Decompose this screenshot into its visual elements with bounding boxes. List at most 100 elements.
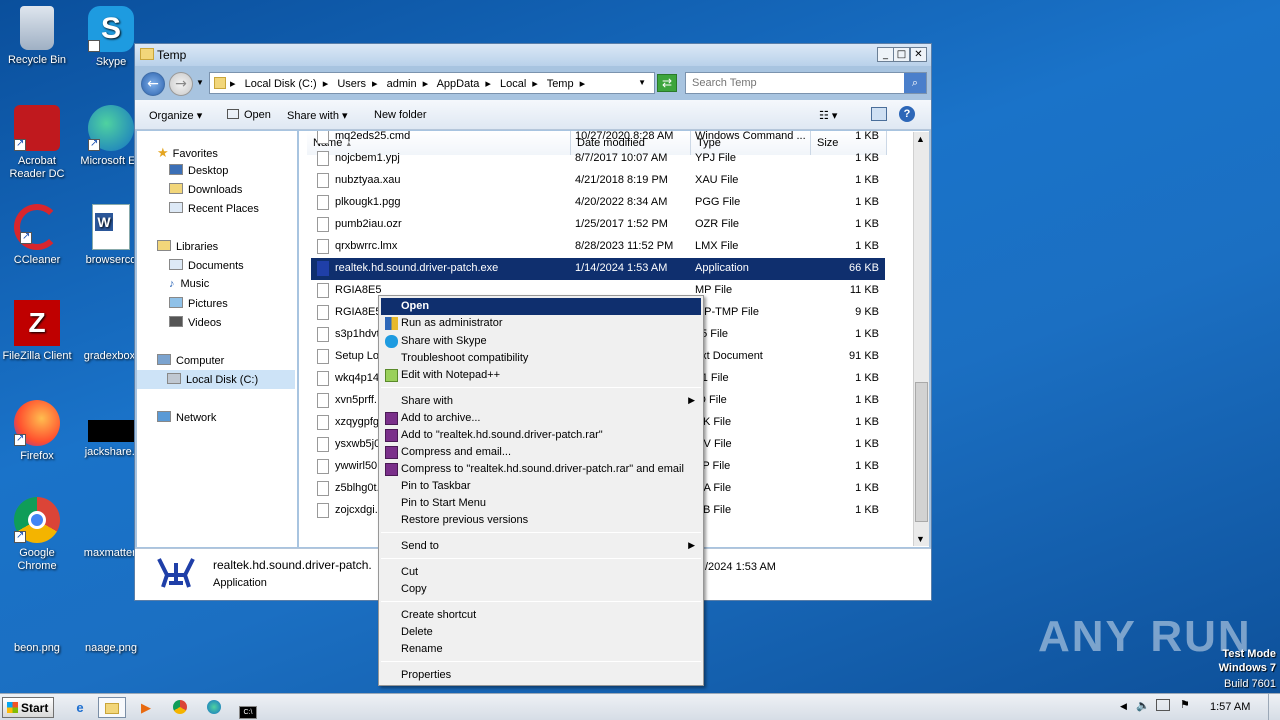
volume-icon[interactable]: 🔈 <box>1136 699 1150 712</box>
title-bar[interactable]: Temp _ □ ✕ <box>135 44 931 66</box>
nav-recent-places[interactable]: Recent Places <box>169 202 259 215</box>
crumb-appdata[interactable]: AppData <box>437 78 480 90</box>
vertical-scrollbar[interactable]: ▲ ▼ <box>913 132 929 546</box>
menu-share-skype[interactable]: Share with Skype <box>381 333 701 350</box>
scroll-thumb[interactable] <box>915 382 928 522</box>
nav-music[interactable]: ♪ Music <box>169 278 209 290</box>
desktop-icon-filezilla[interactable]: Z FileZilla Client <box>0 300 74 363</box>
file-type: LMX File <box>695 240 739 252</box>
nav-libraries[interactable]: Libraries <box>157 240 218 253</box>
nav-videos[interactable]: Videos <box>169 316 221 329</box>
menu-open[interactable]: Open <box>381 298 701 315</box>
menu-compress-rar-email[interactable]: Compress to "realtek.hd.sound.driver-pat… <box>381 461 701 478</box>
crumb-local[interactable]: Local <box>500 78 526 90</box>
menu-properties[interactable]: Properties <box>381 667 701 684</box>
menu-add-archive[interactable]: Add to archive... <box>381 410 701 427</box>
menu-pin-taskbar[interactable]: Pin to Taskbar <box>381 478 701 495</box>
menu-edit-notepadpp[interactable]: Edit with Notepad++ <box>381 367 701 384</box>
address-dropdown-arrow[interactable]: ▼ <box>638 78 646 87</box>
menu-delete[interactable]: Delete <box>381 624 701 641</box>
explorer-taskbar-icon[interactable] <box>98 697 126 718</box>
file-row[interactable]: pumb2iau.ozr 1/25/2017 1:52 PM OZR File 1 K… <box>311 214 885 236</box>
menu-send-to[interactable]: Send to ▶ <box>381 538 701 555</box>
file-row[interactable]: plkougk1.pgg 4/20/2022 8:34 AM PGG File 1 K… <box>311 192 885 214</box>
file-icon <box>317 305 329 320</box>
crumb-users[interactable]: Users <box>337 78 366 90</box>
edge-taskbar-icon[interactable] <box>200 697 228 718</box>
ie-icon[interactable]: e <box>66 697 94 718</box>
back-button[interactable]: ← <box>141 72 165 96</box>
nav-pictures[interactable]: Pictures <box>169 297 228 310</box>
scroll-up-arrow[interactable]: ▲ <box>916 134 925 144</box>
menu-pin-start[interactable]: Pin to Start Menu <box>381 495 701 512</box>
address-bar[interactable]: ▸ Local Disk (C:) ▸ Users ▸ admin ▸ AppData… <box>209 72 655 94</box>
start-button[interactable]: Start <box>2 697 54 718</box>
shortcut-arrow-icon <box>88 38 100 84</box>
desktop-icon-chrome[interactable]: Google Chrome <box>0 497 74 573</box>
file-name: pumb2iau.ozr <box>335 218 402 230</box>
crumb-admin[interactable]: admin <box>387 78 417 90</box>
file-name: nojcbem1.ypj <box>335 152 400 164</box>
desktop-icon-recycle-bin[interactable]: Recycle Bin <box>0 6 74 67</box>
nav-network[interactable]: Network <box>157 411 216 424</box>
menu-share-with[interactable]: Share with ▶ <box>381 393 701 410</box>
nav-computer[interactable]: Computer <box>157 354 224 367</box>
search-input[interactable] <box>692 77 902 89</box>
cmd-taskbar-icon[interactable]: C:\ <box>234 697 262 719</box>
share-with-button[interactable]: Share with ▾ <box>287 109 348 122</box>
nav-documents[interactable]: Documents <box>169 259 244 272</box>
menu-run-as-admin[interactable]: Run as administrator <box>381 315 701 332</box>
crumb-local-disk[interactable]: Local Disk (C:) <box>245 78 317 90</box>
nav-local-disk[interactable]: Local Disk (C:) <box>137 370 295 389</box>
menu-troubleshoot[interactable]: Troubleshoot compatibility <box>381 350 701 367</box>
details-file-type: Application <box>213 577 267 589</box>
menu-compress-email[interactable]: Compress and email... <box>381 444 701 461</box>
desktop-icon-firefox[interactable]: Firefox <box>0 400 74 463</box>
action-center-flag-icon[interactable]: ⚑ <box>1180 698 1190 711</box>
file-row[interactable]: qrxbwrrc.lmx 8/28/2023 11:52 PM LMX File 1 … <box>311 236 885 258</box>
preview-pane-icon[interactable] <box>871 107 887 121</box>
forward-button[interactable]: → <box>169 72 193 96</box>
search-icon[interactable]: ⌕ <box>904 73 926 93</box>
file-size: 1 KB <box>855 416 879 428</box>
crumb-temp[interactable]: Temp <box>547 78 574 90</box>
minimize-button[interactable]: _ <box>877 47 894 62</box>
scroll-down-arrow[interactable]: ▼ <box>916 534 925 544</box>
menu-cut[interactable]: Cut <box>381 564 701 581</box>
desktop-icon-acrobat[interactable]: Acrobat Reader DC <box>0 105 74 181</box>
organize-button[interactable]: Organize ▾ <box>149 109 202 122</box>
open-button[interactable]: Open <box>227 109 271 121</box>
menu-create-shortcut[interactable]: Create shortcut <box>381 607 701 624</box>
help-icon[interactable]: ? <box>899 106 915 122</box>
clock[interactable]: 1:57 AM <box>1210 701 1250 713</box>
desktop-icon-naage[interactable]: naage.png <box>74 598 148 655</box>
menu-rename[interactable]: Rename <box>381 641 701 658</box>
nav-downloads[interactable]: Downloads <box>169 183 242 196</box>
show-hidden-icons[interactable]: ◀ <box>1120 701 1127 712</box>
new-folder-button[interactable]: New folder <box>374 109 427 121</box>
nav-favorites[interactable]: ★ Favorites <box>157 145 218 161</box>
network-tray-icon[interactable] <box>1156 699 1170 711</box>
show-desktop-button[interactable] <box>1268 694 1280 720</box>
folder-icon <box>214 77 226 89</box>
search-box[interactable]: ⌕ <box>685 72 927 94</box>
menu-add-rar[interactable]: Add to "realtek.hd.sound.driver-patch.ra… <box>381 427 701 444</box>
file-row-selected[interactable]: realtek.hd.sound.driver-patch.exe 1/14/20… <box>311 258 885 280</box>
close-button[interactable]: ✕ <box>910 47 927 62</box>
nav-desktop[interactable]: Desktop <box>169 164 228 177</box>
menu-copy[interactable]: Copy <box>381 581 701 598</box>
desktop-icon-ccleaner[interactable]: CCleaner <box>0 204 74 267</box>
refresh-icon[interactable]: ⇄ <box>657 74 677 92</box>
menu-restore-versions[interactable]: Restore previous versions <box>381 512 701 529</box>
maximize-button[interactable]: □ <box>893 47 910 62</box>
media-player-icon[interactable]: ▶ <box>132 697 160 718</box>
file-row[interactable]: nubztyaa.xau 4/21/2018 8:19 PM XAU File 1 K… <box>311 170 885 192</box>
file-row[interactable]: nojcbem1.ypj 8/7/2017 10:07 AM YPJ File 1 K… <box>311 148 885 170</box>
file-row[interactable]: mq2eds25.cmd 10/27/2020 8:28 AM Windows Co… <box>311 131 885 148</box>
chrome-taskbar-icon[interactable] <box>166 697 194 718</box>
change-view-icon[interactable]: ☷ ▾ <box>819 109 837 122</box>
file-date: 1/14/2024 1:53 AM <box>575 262 668 274</box>
test-mode-label: Test Mode <box>1222 648 1276 660</box>
desktop-icon-beon[interactable]: beon.png <box>0 598 74 655</box>
recent-pages-dropdown[interactable]: ▼ <box>196 78 204 87</box>
